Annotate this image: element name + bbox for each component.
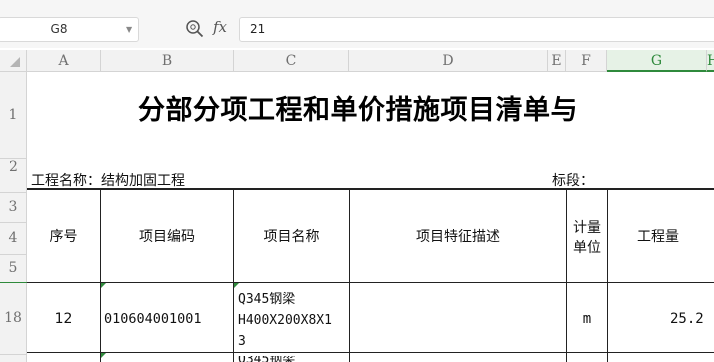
fx-icon[interactable]: fx [213,18,227,36]
header-unit-line1: 计量 [573,220,601,236]
column-border [349,188,350,362]
column-header-f[interactable]: F [566,50,607,72]
header-name: 项目名称 [263,229,320,245]
cell-name-line2: H400X200X8X1 [238,313,332,328]
formula-input[interactable]: 21 [239,17,714,42]
column-header-c[interactable]: C [234,50,349,72]
cell-name-line3: 3 [238,334,246,349]
cell-name[interactable]: Q345钢梁 H400X200X8X1 3 [238,289,332,352]
row-header-2[interactable]: 2 [0,158,27,192]
row-divider [0,158,27,159]
row-header-5[interactable]: 5 [0,254,27,282]
column-border [100,188,101,362]
row-header-3[interactable]: 3 [0,192,27,222]
header-desc: 项目特征描述 [416,229,500,245]
column-header-d[interactable]: D [349,50,548,72]
sheet-title: 分部分项工程和单价措施项目清单与 [138,95,578,126]
section-label: 标段： [552,173,594,189]
select-all-corner[interactable] [0,50,27,72]
header-unit-line2: 单位 [573,240,601,256]
cell-name-next[interactable]: Q345钢梁 [238,356,295,362]
zoom-formula-icon[interactable] [185,19,205,39]
column-border [607,188,608,362]
cell-seq[interactable]: 12 [27,311,100,327]
row-header-4[interactable]: 4 [0,222,27,254]
formula-value: 21 [250,22,266,36]
column-header-e[interactable]: E [548,50,566,72]
project-name-label: 工程名称：结构加固工程 [31,173,185,189]
row-divider [0,354,27,355]
column-border [233,188,234,362]
cell-code[interactable]: 010604001001 [104,311,202,327]
column-header-a[interactable]: A [27,50,101,72]
row-divider [0,192,27,193]
cell-name-line1: Q345钢梁 [238,292,296,307]
cell-marker-icon [234,283,239,288]
column-header-b[interactable]: B [101,50,234,72]
header-seq: 序号 [49,229,78,245]
table-header-bottom-border [27,282,714,283]
cell-marker-icon [101,353,106,358]
row-divider [0,254,27,255]
name-box[interactable]: G8 ▼ [0,17,139,42]
header-qty: 工程量 [637,229,679,245]
table-top-border [27,188,714,190]
chevron-down-icon[interactable]: ▼ [126,18,132,41]
name-box-value: G8 [50,22,68,36]
column-header-h[interactable]: H [707,50,714,72]
table-row-border [27,352,714,353]
row-header-1[interactable]: 1 [0,72,27,158]
row-header-19[interactable] [0,354,27,362]
column-header-g[interactable]: G [607,50,707,72]
select-all-triangle-icon [10,57,20,67]
row-header-2-label: 2 [9,159,18,175]
row-header-18[interactable]: 18 [0,282,27,354]
cell-qty[interactable]: 25.2 [670,311,704,327]
row-divider [0,222,27,223]
column-border [566,188,567,362]
header-code: 项目编码 [139,229,195,245]
cell-marker-icon [101,283,106,288]
cell-unit[interactable]: m [567,311,607,327]
